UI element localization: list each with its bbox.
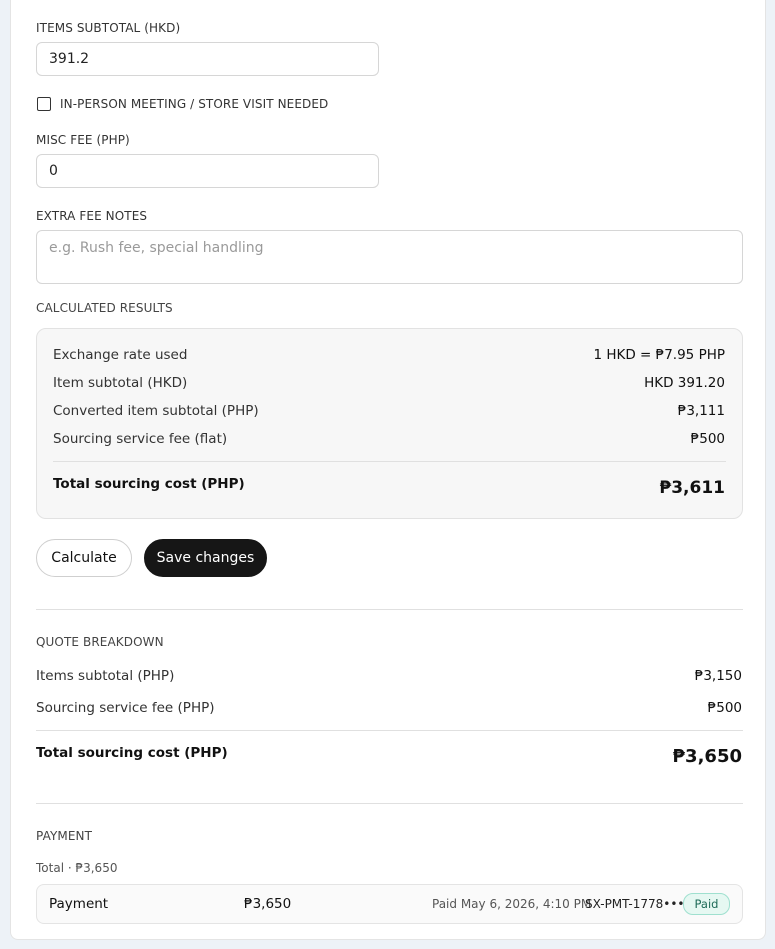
- result-row-label: Converted item subtotal (PHP): [53, 403, 259, 419]
- payment-amount: ₱3,650: [244, 896, 292, 912]
- quote-row-label: Sourcing service fee (PHP): [36, 700, 215, 716]
- result-row-value: 1 HKD = ₱7.95 PHP: [593, 347, 725, 363]
- payment-paid-date: Paid May 6, 2026, 4:10 PM: [432, 897, 592, 911]
- payment-reference: SX-PMT-1778••••: [585, 897, 692, 911]
- result-row-label: Item subtotal (HKD): [53, 375, 188, 391]
- quote-row-value: ₱500: [707, 700, 742, 716]
- quote-total-label: Total sourcing cost (PHP): [36, 745, 228, 761]
- paid-status-badge: Paid: [683, 893, 730, 915]
- calculated-total-label: Total sourcing cost (PHP): [53, 476, 245, 492]
- result-row-value: HKD 391.20: [644, 375, 725, 391]
- in-person-label[interactable]: IN-PERSON MEETING / STORE VISIT NEEDED: [60, 97, 328, 111]
- extra-fee-notes-placeholder: e.g. Rush fee, special handling: [49, 240, 264, 256]
- result-row-value: ₱500: [690, 431, 725, 447]
- extra-fee-notes-textarea[interactable]: e.g. Rush fee, special handling: [36, 230, 743, 284]
- section-divider: [36, 609, 743, 610]
- calculated-results-heading: CALCULATED RESULTS: [36, 301, 173, 315]
- misc-fee-value: 0: [49, 163, 58, 179]
- payment-name: Payment: [49, 896, 109, 912]
- in-person-checkbox[interactable]: [37, 97, 51, 111]
- quote-divider: [36, 730, 743, 731]
- items-subtotal-label: ITEMS SUBTOTAL (HKD): [36, 21, 181, 35]
- extra-fee-notes-label: EXTRA FEE NOTES: [36, 209, 148, 223]
- payment-total-line: Total · ₱3,650: [36, 861, 118, 875]
- result-row-value: ₱3,111: [677, 403, 725, 419]
- quote-row-value: ₱3,150: [694, 668, 742, 684]
- quote-breakdown-heading: QUOTE BREAKDOWN: [36, 635, 164, 649]
- result-row-label: Exchange rate used: [53, 347, 188, 363]
- result-row-label: Sourcing service fee (flat): [53, 431, 228, 447]
- items-subtotal-value: 391.2: [49, 51, 90, 67]
- quote-total-value: ₱3,650: [672, 746, 742, 767]
- section-divider: [36, 803, 743, 804]
- misc-fee-input[interactable]: 0: [36, 154, 379, 188]
- results-divider: [53, 461, 726, 462]
- items-subtotal-input[interactable]: 391.2: [36, 42, 379, 76]
- save-changes-button[interactable]: Save changes: [144, 539, 267, 577]
- calculated-total-value: ₱3,611: [659, 478, 725, 498]
- quote-row-label: Items subtotal (PHP): [36, 668, 175, 684]
- calculate-button[interactable]: Calculate: [36, 539, 132, 577]
- payment-heading: PAYMENT: [36, 829, 93, 843]
- misc-fee-label: MISC FEE (PHP): [36, 133, 130, 147]
